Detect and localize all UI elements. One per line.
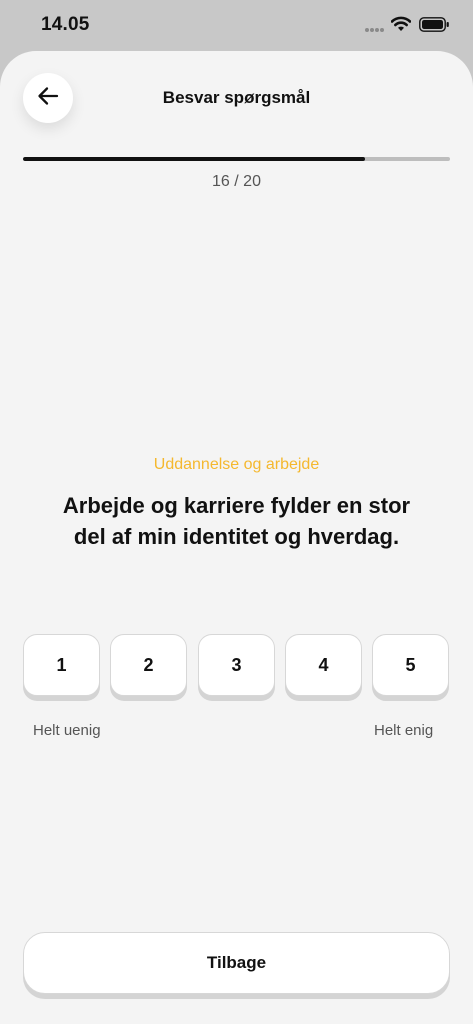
battery-icon (419, 17, 450, 32)
progress-counter: 16 / 20 (212, 173, 261, 190)
question-category: Uddannelse og arbejde (153, 456, 320, 473)
rating-option-1[interactable]: 1 (23, 634, 100, 696)
wifi-icon (390, 16, 412, 32)
status-time: 14.05 (41, 14, 90, 35)
rating-option-3[interactable]: 3 (198, 634, 275, 696)
status-bar: 14.05 (0, 0, 473, 52)
progress-bar (23, 157, 450, 161)
scale-min-label: Helt uenig (33, 722, 101, 739)
question-text: Arbejde og karriere fylder en stor del a… (62, 493, 411, 549)
page-title: Besvar spørgsmål (162, 88, 311, 107)
rating-option-5[interactable]: 5 (372, 634, 449, 696)
tilbage-button[interactable]: Tilbage (23, 932, 450, 994)
rating-scale: 1 2 3 4 5 (23, 634, 450, 702)
rating-option-4[interactable]: 4 (285, 634, 362, 696)
signal-icon (365, 28, 385, 33)
scale-max-label: Helt enig (374, 722, 434, 739)
progress-fill (23, 157, 365, 161)
rating-option-2[interactable]: 2 (110, 634, 187, 696)
